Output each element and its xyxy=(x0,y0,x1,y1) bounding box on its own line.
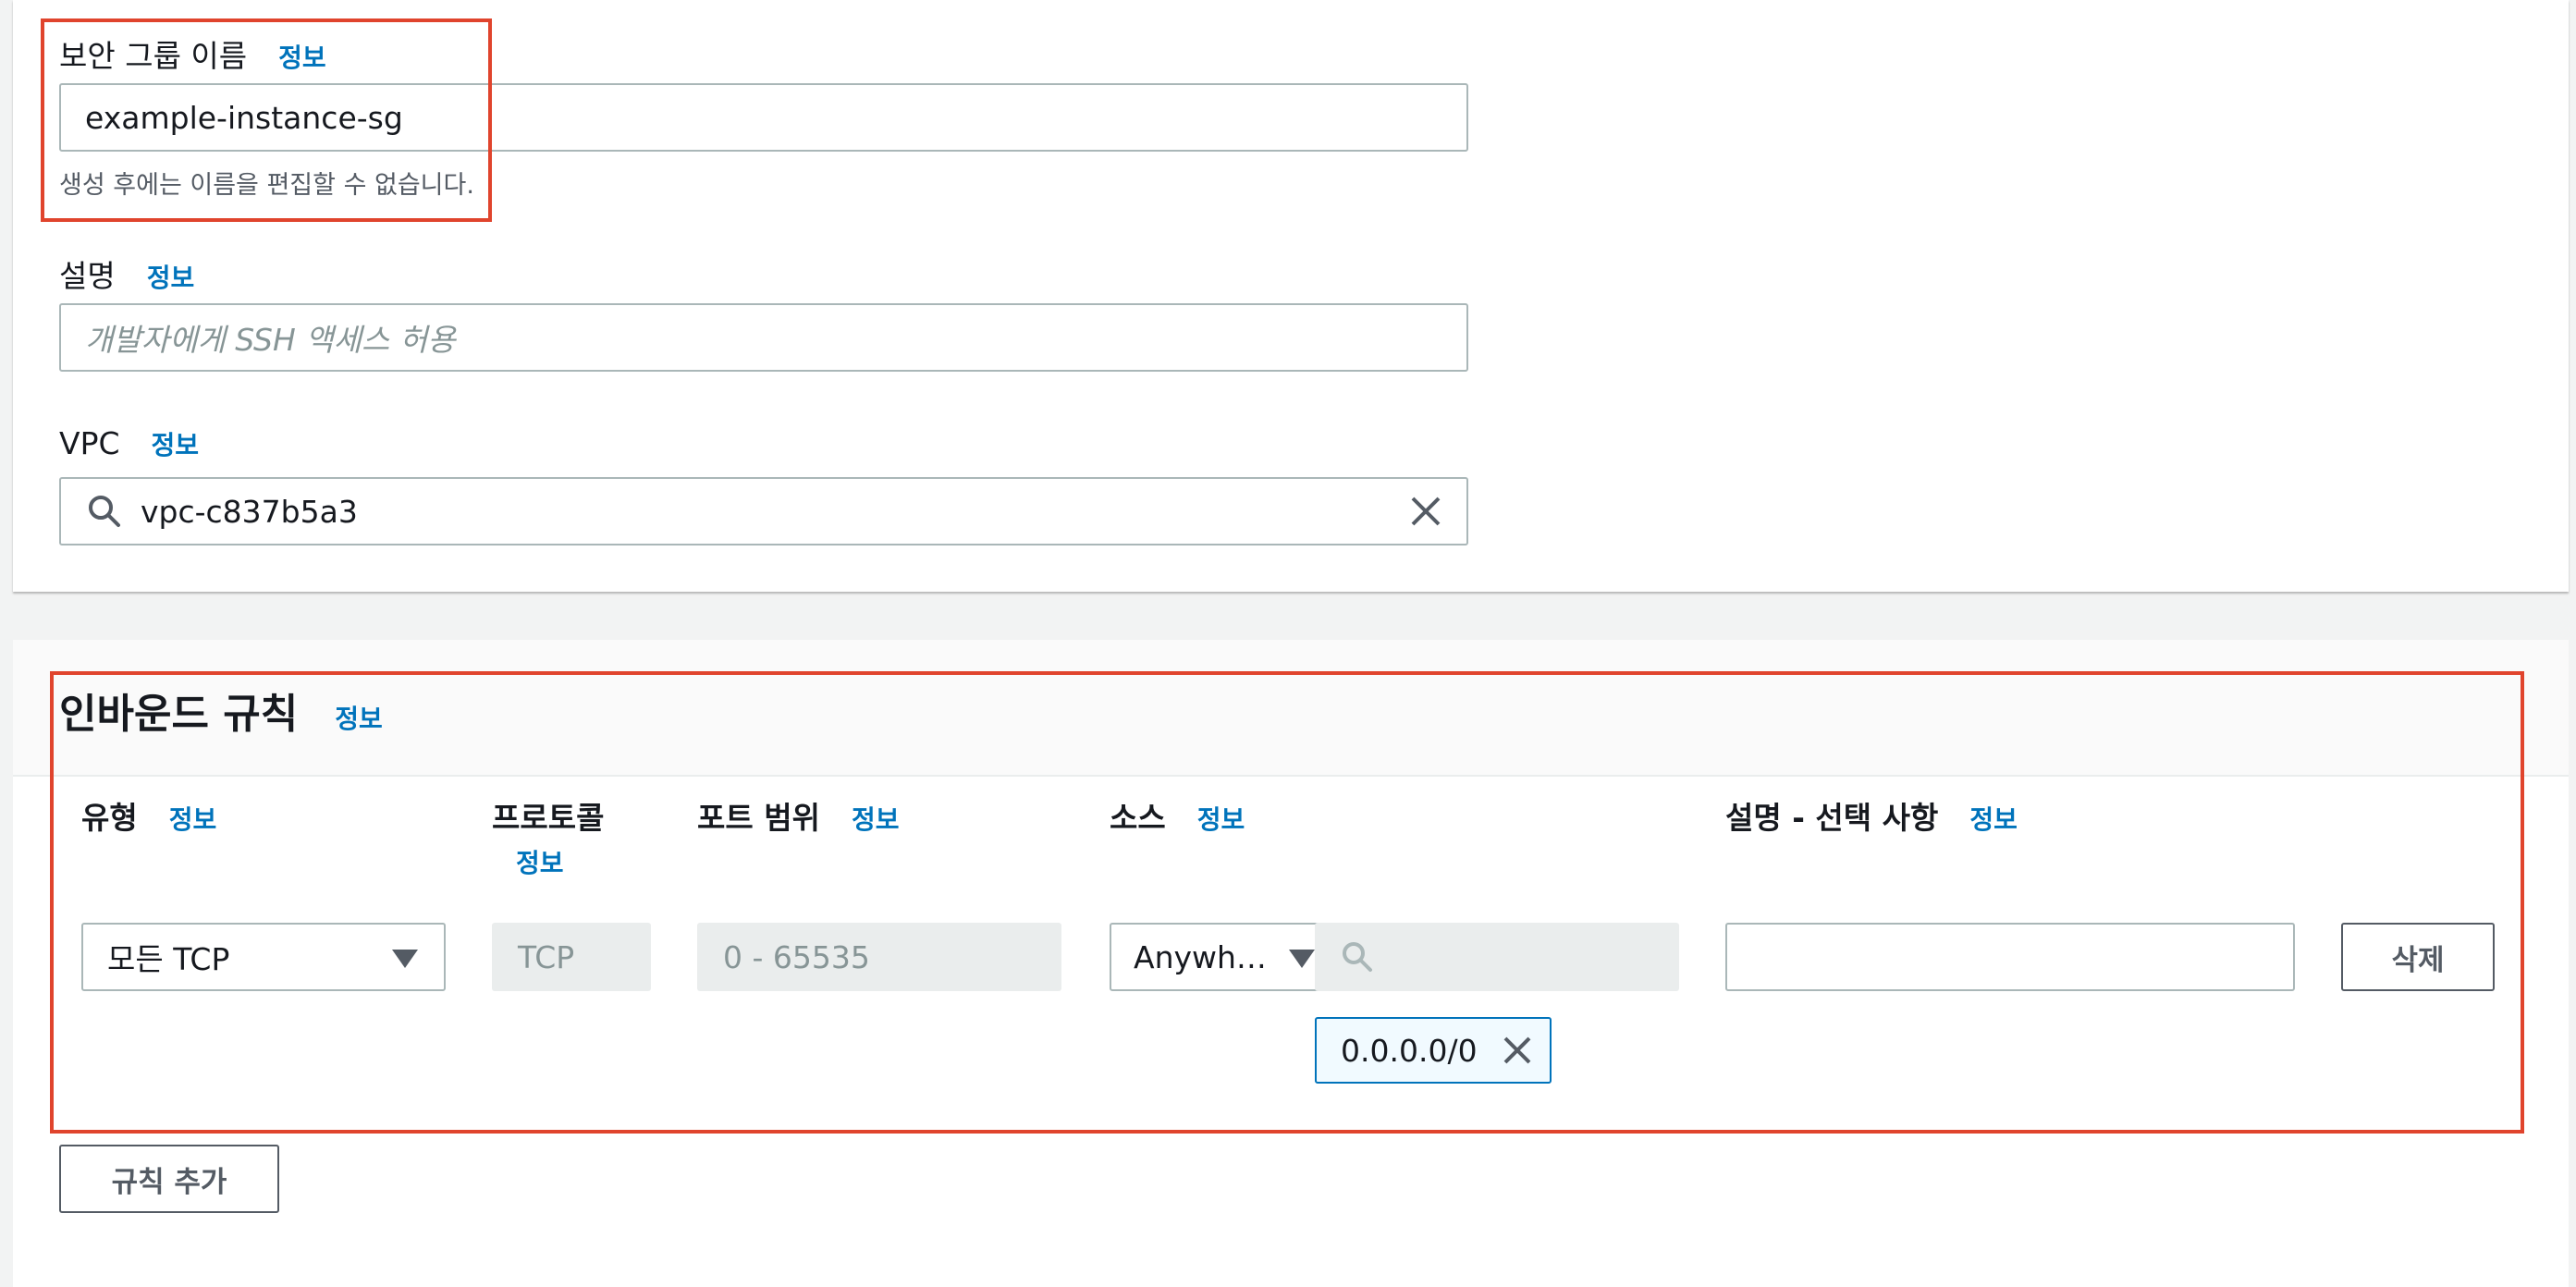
vpc-label: VPC xyxy=(59,425,120,461)
search-icon xyxy=(89,496,120,527)
sg-name-label: 보안 그룹 이름 xyxy=(59,38,248,74)
remove-token-icon[interactable] xyxy=(1502,1035,1533,1066)
col-source-header: 소스 정보 xyxy=(1110,793,1245,838)
source-cidr-token: 0.0.0.0/0 xyxy=(1315,1017,1552,1084)
description-info-link[interactable]: 정보 xyxy=(147,258,195,295)
delete-rule-button[interactable]: 삭제 xyxy=(2341,923,2495,991)
col-type-header: 유형 정보 xyxy=(81,793,216,838)
sg-name-info-link[interactable]: 정보 xyxy=(278,38,326,75)
sg-name-label-row: 보안 그룹 이름 정보 xyxy=(59,31,326,76)
type-select[interactable]: 모든 TCP xyxy=(81,923,446,991)
type-info-link[interactable]: 정보 xyxy=(169,800,217,837)
col-port-label: 포트 범위 xyxy=(697,800,820,836)
type-select-value: 모든 TCP xyxy=(107,941,230,977)
vpc-search-input[interactable]: vpc-c837b5a3 xyxy=(59,477,1468,545)
description-input[interactable]: 개발자에게 SSH 액세스 허용 xyxy=(59,303,1468,372)
description-col-info-link[interactable]: 정보 xyxy=(1969,800,2018,837)
protocol-value: TCP xyxy=(518,938,575,975)
inbound-rules-title: 인바운드 규칙 xyxy=(59,691,299,738)
add-rule-button[interactable]: 규칙 추가 xyxy=(59,1145,279,1213)
protocol-field: TCP xyxy=(492,923,651,991)
col-protocol-label: 프로토콜 xyxy=(492,800,605,836)
sg-name-hint: 생성 후에는 이름을 편집할 수 없습니다. xyxy=(59,171,474,200)
inbound-info-link[interactable]: 정보 xyxy=(335,699,383,736)
basic-details-panel: 보안 그룹 이름 정보 example-instance-sg 생성 후에는 이… xyxy=(13,0,2569,592)
source-cidr-value: 0.0.0.0/0 xyxy=(1341,1032,1478,1069)
col-type-label: 유형 xyxy=(81,800,138,836)
sg-name-value: example-instance-sg xyxy=(85,99,403,136)
description-placeholder: 개발자에게 SSH 액세스 허용 xyxy=(85,322,456,358)
vpc-info-link[interactable]: 정보 xyxy=(152,425,200,462)
source-type-value: Anywh… xyxy=(1134,938,1267,975)
col-description-label: 설명 - 선택 사항 xyxy=(1725,800,1939,836)
add-rule-label: 규칙 추가 xyxy=(111,1165,227,1199)
col-port-header: 포트 범위 정보 xyxy=(697,793,899,838)
description-label-row: 설명 정보 xyxy=(59,251,194,296)
inbound-rules-header: 인바운드 규칙 정보 xyxy=(13,640,2569,777)
vpc-label-row: VPC 정보 xyxy=(59,425,199,462)
vpc-value: vpc-c837b5a3 xyxy=(141,493,358,530)
col-source-label: 소스 xyxy=(1110,800,1166,836)
protocol-info-link[interactable]: 정보 xyxy=(516,843,564,880)
port-info-link[interactable]: 정보 xyxy=(852,800,900,837)
sg-name-input[interactable]: example-instance-sg xyxy=(59,83,1468,152)
source-info-link[interactable]: 정보 xyxy=(1197,800,1245,837)
source-type-select[interactable]: Anywh… xyxy=(1110,923,1322,991)
col-protocol-header: 프로토콜 xyxy=(492,793,604,838)
caret-down-icon xyxy=(392,950,418,968)
caret-down-icon xyxy=(1289,950,1315,968)
delete-rule-label: 삭제 xyxy=(2391,943,2445,977)
source-search-input[interactable] xyxy=(1315,923,1679,991)
description-label: 설명 xyxy=(59,258,116,294)
inbound-rules-panel: 인바운드 규칙 정보 유형 정보 프로토콜 정보 포트 범위 정보 소스 정보 … xyxy=(13,640,2569,1287)
col-description-header: 설명 - 선택 사항 정보 xyxy=(1725,793,2018,838)
port-range-field: 0 - 65535 xyxy=(697,923,1061,991)
search-icon xyxy=(1343,942,1372,972)
inbound-title-row: 인바운드 규칙 정보 xyxy=(59,680,383,740)
port-range-value: 0 - 65535 xyxy=(723,938,870,975)
clear-icon[interactable] xyxy=(1409,495,1442,528)
rule-description-input[interactable] xyxy=(1725,923,2295,991)
